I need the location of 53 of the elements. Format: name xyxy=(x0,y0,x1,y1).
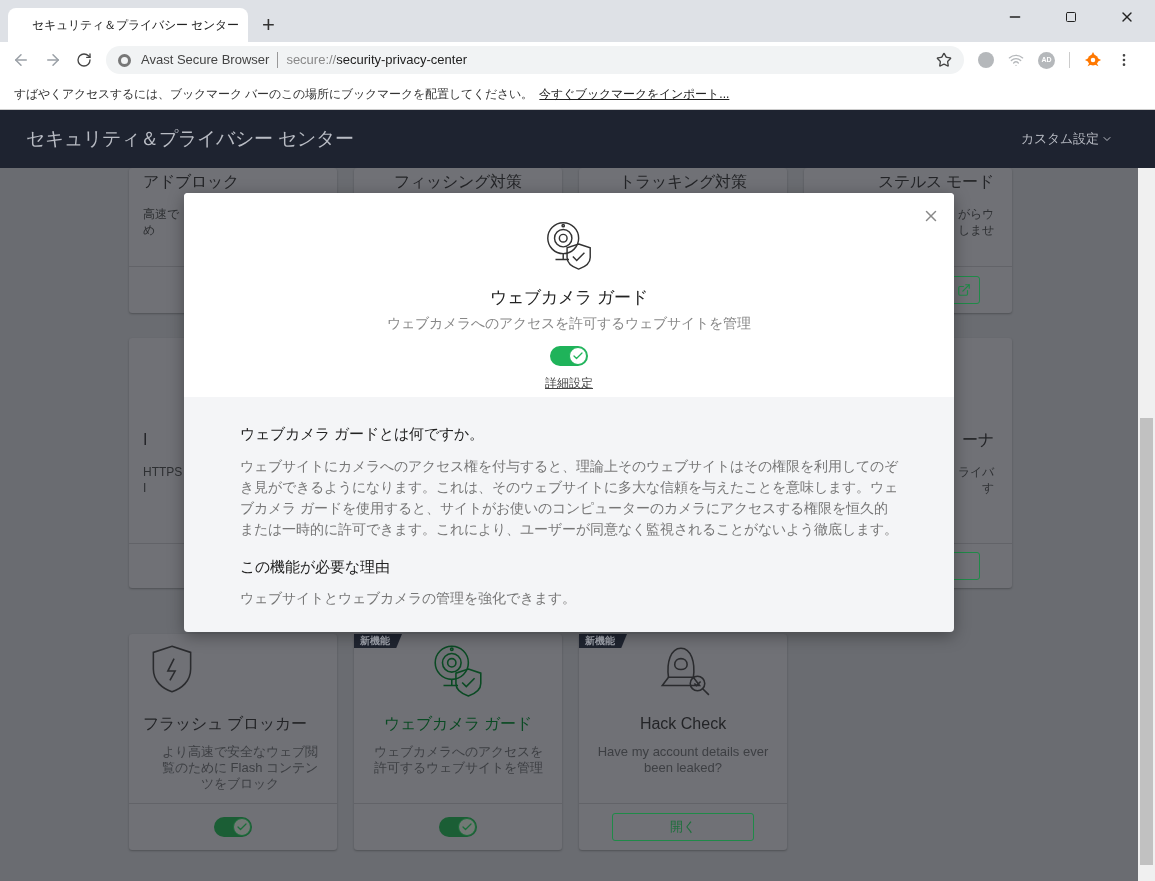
browser-tab[interactable]: セキュリティ＆プライバシー センター xyxy=(8,8,248,42)
card-description: HTTPS xyxy=(143,464,183,480)
bookmark-star-icon[interactable] xyxy=(936,52,952,68)
card-description: す xyxy=(982,480,994,496)
custom-settings-menu[interactable]: カスタム設定 xyxy=(1021,129,1113,149)
card-title: フィッシング対策 xyxy=(394,172,522,192)
back-icon[interactable] xyxy=(12,51,30,69)
toggle-switch[interactable] xyxy=(550,345,588,366)
url-path: security-privacy-center xyxy=(336,51,467,70)
check-icon xyxy=(461,821,473,833)
section-text: ウェブサイトにカメラへのアクセス権を付与すると、理論上そのウェブサイトはその権限を利用してのぞき見ができるようになります。これは、そのウェブサイトに多大な信頼を与えたことを意味します。ウェブカメラ ガードを使用すると、サイトがお使いのコンピューターのカメラにアクセスする権限を恒久的または一時的に許可できます。これにより、ユーザーが同意なく監視されることがないよう徹底します。 xyxy=(240,457,898,539)
external-link-icon xyxy=(957,283,971,297)
card-title: フラッシュ ブロッカー xyxy=(143,714,308,734)
advanced-settings-link[interactable]: 詳細設定 xyxy=(545,373,593,392)
new-badge: 新機能 xyxy=(579,634,627,648)
dialog-subtitle: ウェブカメラへのアクセスを許可するウェブサイトを管理 xyxy=(387,313,751,333)
wifi-icon[interactable] xyxy=(1008,52,1024,68)
section-text: ウェブサイトとウェブカメラの管理を強化できます。 xyxy=(240,590,577,608)
scrollbar-thumb[interactable] xyxy=(1140,418,1153,865)
card-title: Hack Check xyxy=(639,714,727,734)
card-description: I xyxy=(143,480,147,496)
url-scheme: secure:// xyxy=(286,51,337,70)
forward-icon[interactable] xyxy=(44,51,62,69)
card-title: トラッキング対策 xyxy=(619,172,747,192)
tab-title: セキュリティ＆プライバシー センター xyxy=(32,17,240,34)
new-tab-button[interactable]: + xyxy=(262,14,275,36)
card-description: 高速で xyxy=(143,206,179,222)
dialog-title: ウェブカメラ ガード xyxy=(490,287,648,309)
address-bar[interactable]: Avast Secure Browser secure://security-privacy-center xyxy=(106,46,964,74)
site-name: Avast Secure Browser xyxy=(141,51,270,70)
check-icon xyxy=(236,821,248,833)
bookmark-hint: すばやくアクセスするには、ブックマーク バーのこの場所にブックマークを配置してください。 xyxy=(14,85,534,103)
extension-icon[interactable] xyxy=(978,52,994,68)
scrollbar[interactable] xyxy=(1138,168,1155,881)
card-title: ーナ xyxy=(962,430,994,450)
new-badge: 新機能 xyxy=(354,634,402,648)
site-icon xyxy=(118,53,131,67)
import-bookmarks-link[interactable]: 今すぐブックマークをインポート... xyxy=(539,84,730,103)
card-description: がらウ xyxy=(958,206,994,222)
avast-extension-icon xyxy=(1084,51,1102,69)
section-heading: この機能が必要な理由 xyxy=(240,556,391,577)
card-title: ウェブカメラ ガード xyxy=(383,714,533,734)
section-heading: ウェブカメラ ガードとは何ですか。 xyxy=(240,424,486,444)
toggle-switch[interactable] xyxy=(214,817,252,837)
maximize-icon[interactable] xyxy=(1065,11,1077,23)
card-title: アドブロック xyxy=(143,172,239,192)
card-title: I xyxy=(143,430,148,450)
app-title: セキュリティ＆プライバシー センター xyxy=(26,126,355,151)
reload-icon[interactable] xyxy=(76,52,92,68)
card-title: ステルス モード xyxy=(877,172,994,192)
toggle-switch[interactable] xyxy=(439,817,477,837)
card-description: ライバ xyxy=(958,464,994,480)
card-description: め xyxy=(143,222,155,238)
